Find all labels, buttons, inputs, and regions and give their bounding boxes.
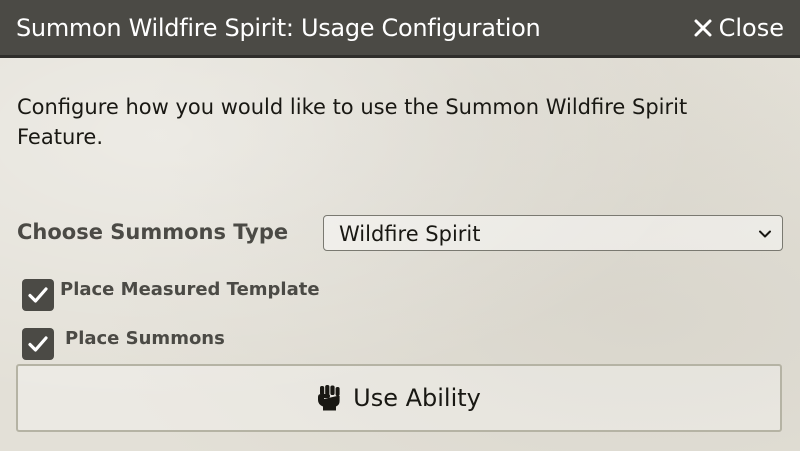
summons-type-value: Wildfire Spirit [339,222,481,246]
usage-config-dialog: Summon Wildfire Spirit: Usage Configurat… [0,0,800,451]
close-icon [694,19,712,37]
check-icon [28,336,48,352]
use-ability-button[interactable]: Use Ability [16,364,782,432]
close-label: Close [718,14,784,42]
place-summons-checkbox[interactable] [22,328,54,360]
window-titlebar[interactable]: Summon Wildfire Spirit: Usage Configurat… [0,0,800,58]
window-title: Summon Wildfire Spirit: Usage Configurat… [16,14,541,42]
dialog-description: Configure how you would like to use the … [17,95,688,149]
summons-type-label: Choose Summons Type [17,220,289,244]
summons-type-select[interactable]: Wildfire Spirit [323,215,783,251]
use-ability-label: Use Ability [353,384,481,412]
option-place-measured-template: Place Measured Template [22,279,320,311]
check-icon [28,287,48,303]
chevron-down-icon [759,230,771,238]
place-summons-label: Place Summons [65,328,225,349]
close-button[interactable]: Close [693,13,784,43]
fist-raised-icon [318,385,340,411]
place-measured-template-checkbox[interactable] [22,279,54,311]
option-place-summons: Place Summons [22,328,225,360]
place-measured-template-label: Place Measured Template [60,279,320,300]
